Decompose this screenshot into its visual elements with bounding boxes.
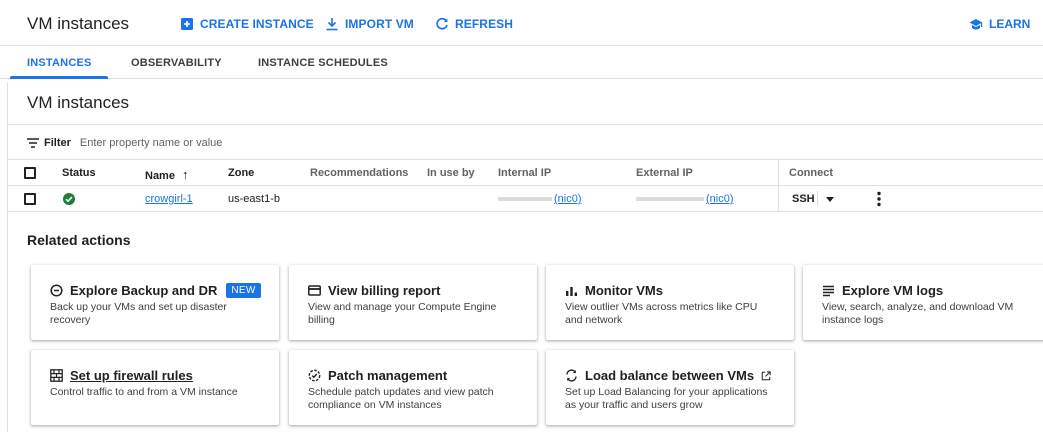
ssh-button[interactable]: SSH [792,193,815,205]
load-balance-icon [565,369,578,382]
tab-observability[interactable]: OBSERVABILITY [131,57,222,69]
learn-label: LEARN [989,17,1031,31]
internal-ip-redacted [498,197,552,202]
filter-bar: Filter [27,137,380,149]
zone-column-header: Zone [228,167,255,179]
add-box-icon [180,17,194,31]
external-ip-column-header: External IP [636,167,693,179]
explore-backup-card[interactable]: Explore Backup and DR NEW Back up your V… [31,265,279,340]
left-rail-divider [7,82,8,432]
tab-instance-schedules[interactable]: INSTANCE SCHEDULES [258,57,388,69]
create-instance-button[interactable]: CREATE INSTANCE [180,17,314,31]
card-description: Back up your VMs and set up disaster rec… [50,301,227,326]
card-title: Set up firewall rules [70,368,193,383]
active-tab-indicator [10,76,108,79]
ssh-dropdown-icon[interactable] [826,197,834,202]
row-bottom-border [8,211,1043,212]
table-top-border [8,159,1043,160]
card-description: View outlier VMs across metrics like CPU… [565,301,758,326]
sort-arrow-up-icon: ↑ [182,167,189,182]
refresh-icon [435,17,449,31]
card-description: Schedule patch updates and view patch co… [308,386,494,411]
filter-icon [27,138,39,148]
card-title: Load balance between VMs [585,368,755,383]
name-column-header[interactable]: Name ↑ [145,167,189,182]
connect-column-header: Connect [789,167,833,179]
external-ip-redacted [636,197,704,202]
select-all-checkbox[interactable] [24,167,36,179]
monitor-vms-card[interactable]: Monitor VMs View outlier VMs across metr… [546,265,794,340]
explore-vm-logs-card[interactable]: Explore VM logs View, search, analyze, a… [803,265,1043,340]
card-description: View and manage your Compute Engine bill… [308,301,497,326]
card-title: Patch management [328,368,448,383]
more-actions-icon[interactable] [877,191,881,207]
backup-icon [50,284,63,297]
new-badge: NEW [226,283,261,298]
patch-icon [308,369,321,382]
refresh-button[interactable]: REFRESH [435,17,513,31]
in-use-by-column-header: In use by [427,167,475,179]
header-row-border [8,185,1043,186]
card-title: Monitor VMs [585,283,663,298]
status-column-header: Status [62,167,96,179]
internal-ip-column-header: Internal IP [498,167,552,179]
status-ok-icon [63,193,75,205]
refresh-label: REFRESH [455,17,514,31]
external-ip-cell: (nic0) [636,193,734,205]
import-icon [325,17,339,31]
card-description: Control traffic to and from a VM instanc… [50,386,238,398]
view-billing-card[interactable]: View billing report View and manage your… [289,265,537,340]
filter-input[interactable] [79,137,380,149]
logs-icon [822,284,835,297]
tab-bar: INSTANCES OBSERVABILITY INSTANCE SCHEDUL… [0,47,1043,79]
school-icon [969,17,983,31]
load-balance-card[interactable]: Load balance between VMs Set up Load Bal… [546,350,794,425]
recommendations-column-header: Recommendations [310,167,409,179]
filter-label: Filter [44,137,71,149]
internal-ip-nic-link[interactable]: (nic0) [554,193,582,205]
related-actions-title: Related actions [27,232,131,248]
section-title: VM instances [27,93,130,112]
card-title: Explore Backup and DR [70,283,218,298]
create-instance-label: CREATE INSTANCE [200,17,314,31]
open-in-new-icon [761,370,771,381]
header: VM instances CREATE INSTANCE IMPORT VM R… [0,0,1043,46]
internal-ip-cell: (nic0) [498,193,582,205]
ssh-split-divider [817,191,818,206]
row-select-checkbox[interactable] [24,193,36,205]
external-ip-nic-link[interactable]: (nic0) [706,193,734,205]
billing-icon [308,284,321,297]
learn-button[interactable]: LEARN [969,17,1043,31]
import-vm-label: IMPORT VM [345,17,414,31]
section-divider [8,124,1043,125]
tab-instances[interactable]: INSTANCES [27,57,92,69]
card-description: Set up Load Balancing for your applicati… [565,386,768,411]
page-title: VM instances [27,14,130,33]
card-title: Explore VM logs [842,283,944,298]
instance-zone: us-east1-b [228,193,280,205]
import-vm-button[interactable]: IMPORT VM [325,17,414,31]
patch-management-card[interactable]: Patch management Schedule patch updates … [289,350,537,425]
card-description: View, search, analyze, and download VM i… [822,301,1014,326]
firewall-icon [50,369,63,382]
name-column-label: Name [145,170,175,182]
instance-name-link[interactable]: crowgirl-1 [145,193,193,205]
card-title: View billing report [328,283,441,298]
firewall-rules-card[interactable]: Set up firewall rules Control traffic to… [31,350,279,425]
monitoring-icon [565,284,578,297]
